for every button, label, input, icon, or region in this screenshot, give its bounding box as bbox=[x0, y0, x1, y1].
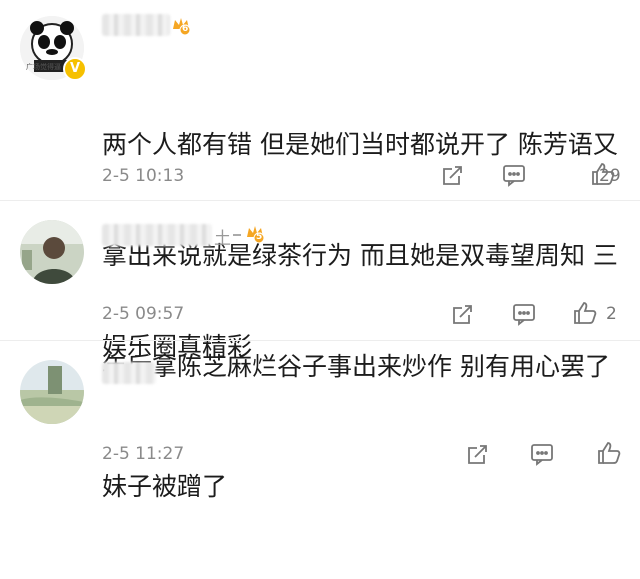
comment-icon[interactable] bbox=[530, 442, 554, 466]
comment-item: 土 5 娱乐圈真精彩 2-5 09:57 2 bbox=[0, 200, 640, 361]
avatar[interactable] bbox=[20, 360, 84, 424]
verified-badge-label: V bbox=[69, 61, 81, 76]
comment-list: { "comments": [ { "avatar_alt": "panda-m… bbox=[0, 0, 640, 501]
landscape-avatar-image bbox=[20, 360, 84, 424]
share-icon[interactable] bbox=[466, 442, 490, 466]
username-dash bbox=[233, 234, 241, 236]
photo-avatar-image bbox=[20, 220, 84, 284]
username-blurred[interactable] bbox=[102, 14, 170, 36]
share-icon[interactable] bbox=[451, 302, 475, 326]
comment-text: 妹子被蹭了 bbox=[102, 394, 227, 579]
username-visible-part: 土 bbox=[214, 229, 231, 249]
member-crown-icon: 5 bbox=[244, 222, 266, 244]
like-icon[interactable] bbox=[596, 440, 622, 466]
like-count: 29 bbox=[599, 166, 621, 186]
comment-icon[interactable] bbox=[502, 163, 526, 187]
avatar[interactable] bbox=[20, 220, 84, 284]
like-count: 2 bbox=[606, 304, 617, 324]
username-blurred[interactable] bbox=[102, 224, 212, 246]
username-blurred[interactable] bbox=[102, 362, 156, 384]
comment-icon[interactable] bbox=[512, 302, 536, 326]
member-crown-icon: 6 bbox=[170, 14, 192, 36]
avatar-caption: 广场觉得逼 bbox=[26, 63, 61, 71]
verified-badge-icon: V bbox=[63, 57, 87, 81]
comment-timestamp: 2-5 10:13 bbox=[102, 166, 185, 186]
comment-line: 两个人都有错 但是她们当时都说开了 陈芳语又 bbox=[102, 130, 618, 159]
comment-line: 妹子被蹭了 bbox=[102, 472, 228, 501]
member-level-label: 6 bbox=[182, 24, 189, 34]
comment-timestamp: 2-5 11:27 bbox=[102, 444, 185, 464]
member-level-label: 5 bbox=[256, 232, 263, 242]
comment-item: 广场觉得逼 V 6 两个人都有错 但是她们当时都说开了 陈芳语又 拿出来说就是绿… bbox=[0, 0, 640, 381]
like-icon[interactable] bbox=[572, 300, 598, 326]
comment-item: 妹子被蹭了 2-5 11:27 bbox=[0, 340, 640, 501]
share-icon[interactable] bbox=[441, 163, 465, 187]
comment-timestamp: 2-5 09:57 bbox=[102, 304, 185, 324]
